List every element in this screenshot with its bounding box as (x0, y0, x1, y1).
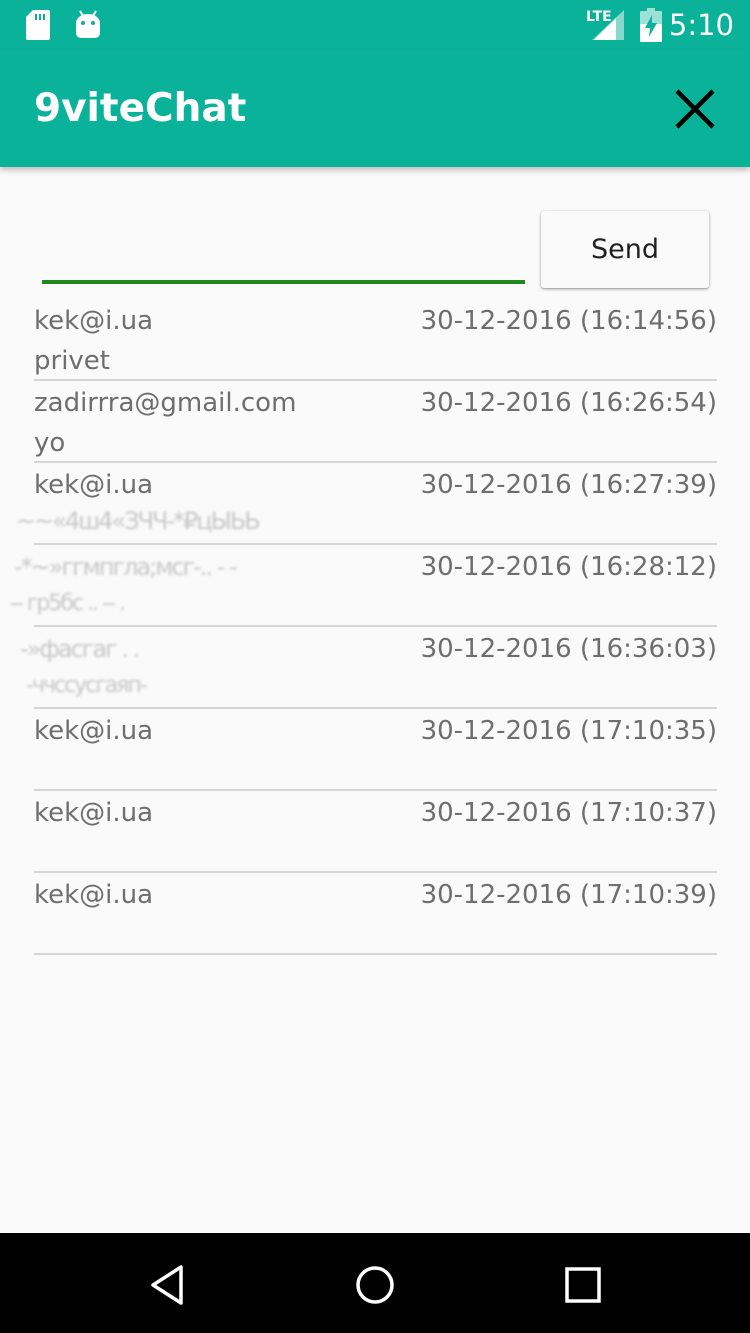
sd-card-icon (26, 10, 50, 40)
app-bar: 9viteChat (0, 50, 750, 167)
message-item: kek@i.ua 30-12-2016 (17:10:37) (34, 791, 717, 873)
message-time: 30-12-2016 (16:26:54) (420, 388, 717, 418)
message-time: 30-12-2016 (16:14:56) (420, 306, 717, 336)
recents-icon (565, 1267, 601, 1303)
message-input[interactable] (42, 222, 529, 280)
message-sender: kek@i.ua (34, 306, 154, 336)
message-item: kek@i.ua 30-12-2016 (17:10:39) (34, 873, 717, 955)
message-sender: zadirrra@gmail.com (34, 388, 297, 418)
status-bar: LTE 5:10 (0, 0, 750, 50)
message-item: 30-12-2016 (16:36:03) -»фасгаг . . -ччсс… (20, 627, 717, 709)
send-button[interactable]: Send (541, 211, 709, 288)
home-icon (356, 1266, 394, 1304)
message-time: 30-12-2016 (16:27:39) (420, 470, 717, 500)
message-text: privet (34, 346, 110, 376)
message-sender: kek@i.ua (34, 880, 154, 910)
message-item: kek@i.ua privet 30-12-2016 (16:14:56) (34, 299, 717, 381)
recents-button[interactable] (561, 1263, 605, 1307)
garbled-text: -ччссусгаяп- (26, 673, 148, 698)
back-icon (151, 1265, 183, 1305)
message-time: 30-12-2016 (17:10:35) (420, 716, 717, 746)
message-item: zadirrra@gmail.com yo 30-12-2016 (16:26:… (34, 381, 717, 463)
android-icon (76, 10, 100, 38)
lte-signal-icon (592, 10, 624, 40)
garbled-text: -*~»ггмпгла;мсг-.. - - (14, 553, 238, 581)
message-sender: kek@i.ua (34, 470, 154, 500)
message-item: kek@i.ua 30-12-2016 (16:27:39) ~~«4ш4«ЗЧ… (16, 463, 717, 545)
message-sender: kek@i.ua (34, 798, 154, 828)
message-time: 30-12-2016 (17:10:39) (420, 880, 717, 910)
garbled-text: -»фасгаг . . (20, 635, 140, 663)
message-sender: kek@i.ua (34, 716, 154, 746)
message-time: 30-12-2016 (16:28:12) (420, 552, 717, 582)
status-time: 5:10 (668, 8, 734, 42)
message-item: kek@i.ua 30-12-2016 (17:10:35) (34, 709, 717, 791)
message-input-underline (42, 280, 525, 284)
garbled-text: ~~«4ш4«ЗЧЧ-*₽цЫЬЬ (16, 507, 261, 535)
back-button[interactable] (147, 1263, 191, 1307)
message-time: 30-12-2016 (16:36:03) (420, 634, 717, 664)
close-button[interactable] (674, 88, 716, 130)
app-title: 9viteChat (34, 86, 247, 131)
battery-charging-icon (640, 8, 662, 42)
message-text: yo (34, 428, 66, 458)
message-item: 30-12-2016 (16:28:12) -*~»ггмпгла;мсг-..… (10, 545, 717, 627)
navigation-bar (0, 1233, 750, 1333)
message-list[interactable]: kek@i.ua privet 30-12-2016 (16:14:56) za… (10, 299, 717, 955)
close-icon (675, 89, 715, 129)
message-time: 30-12-2016 (17:10:37) (420, 798, 717, 828)
garbled-text: -- гр5бс .. -- . (10, 591, 126, 616)
home-button[interactable] (353, 1263, 397, 1307)
